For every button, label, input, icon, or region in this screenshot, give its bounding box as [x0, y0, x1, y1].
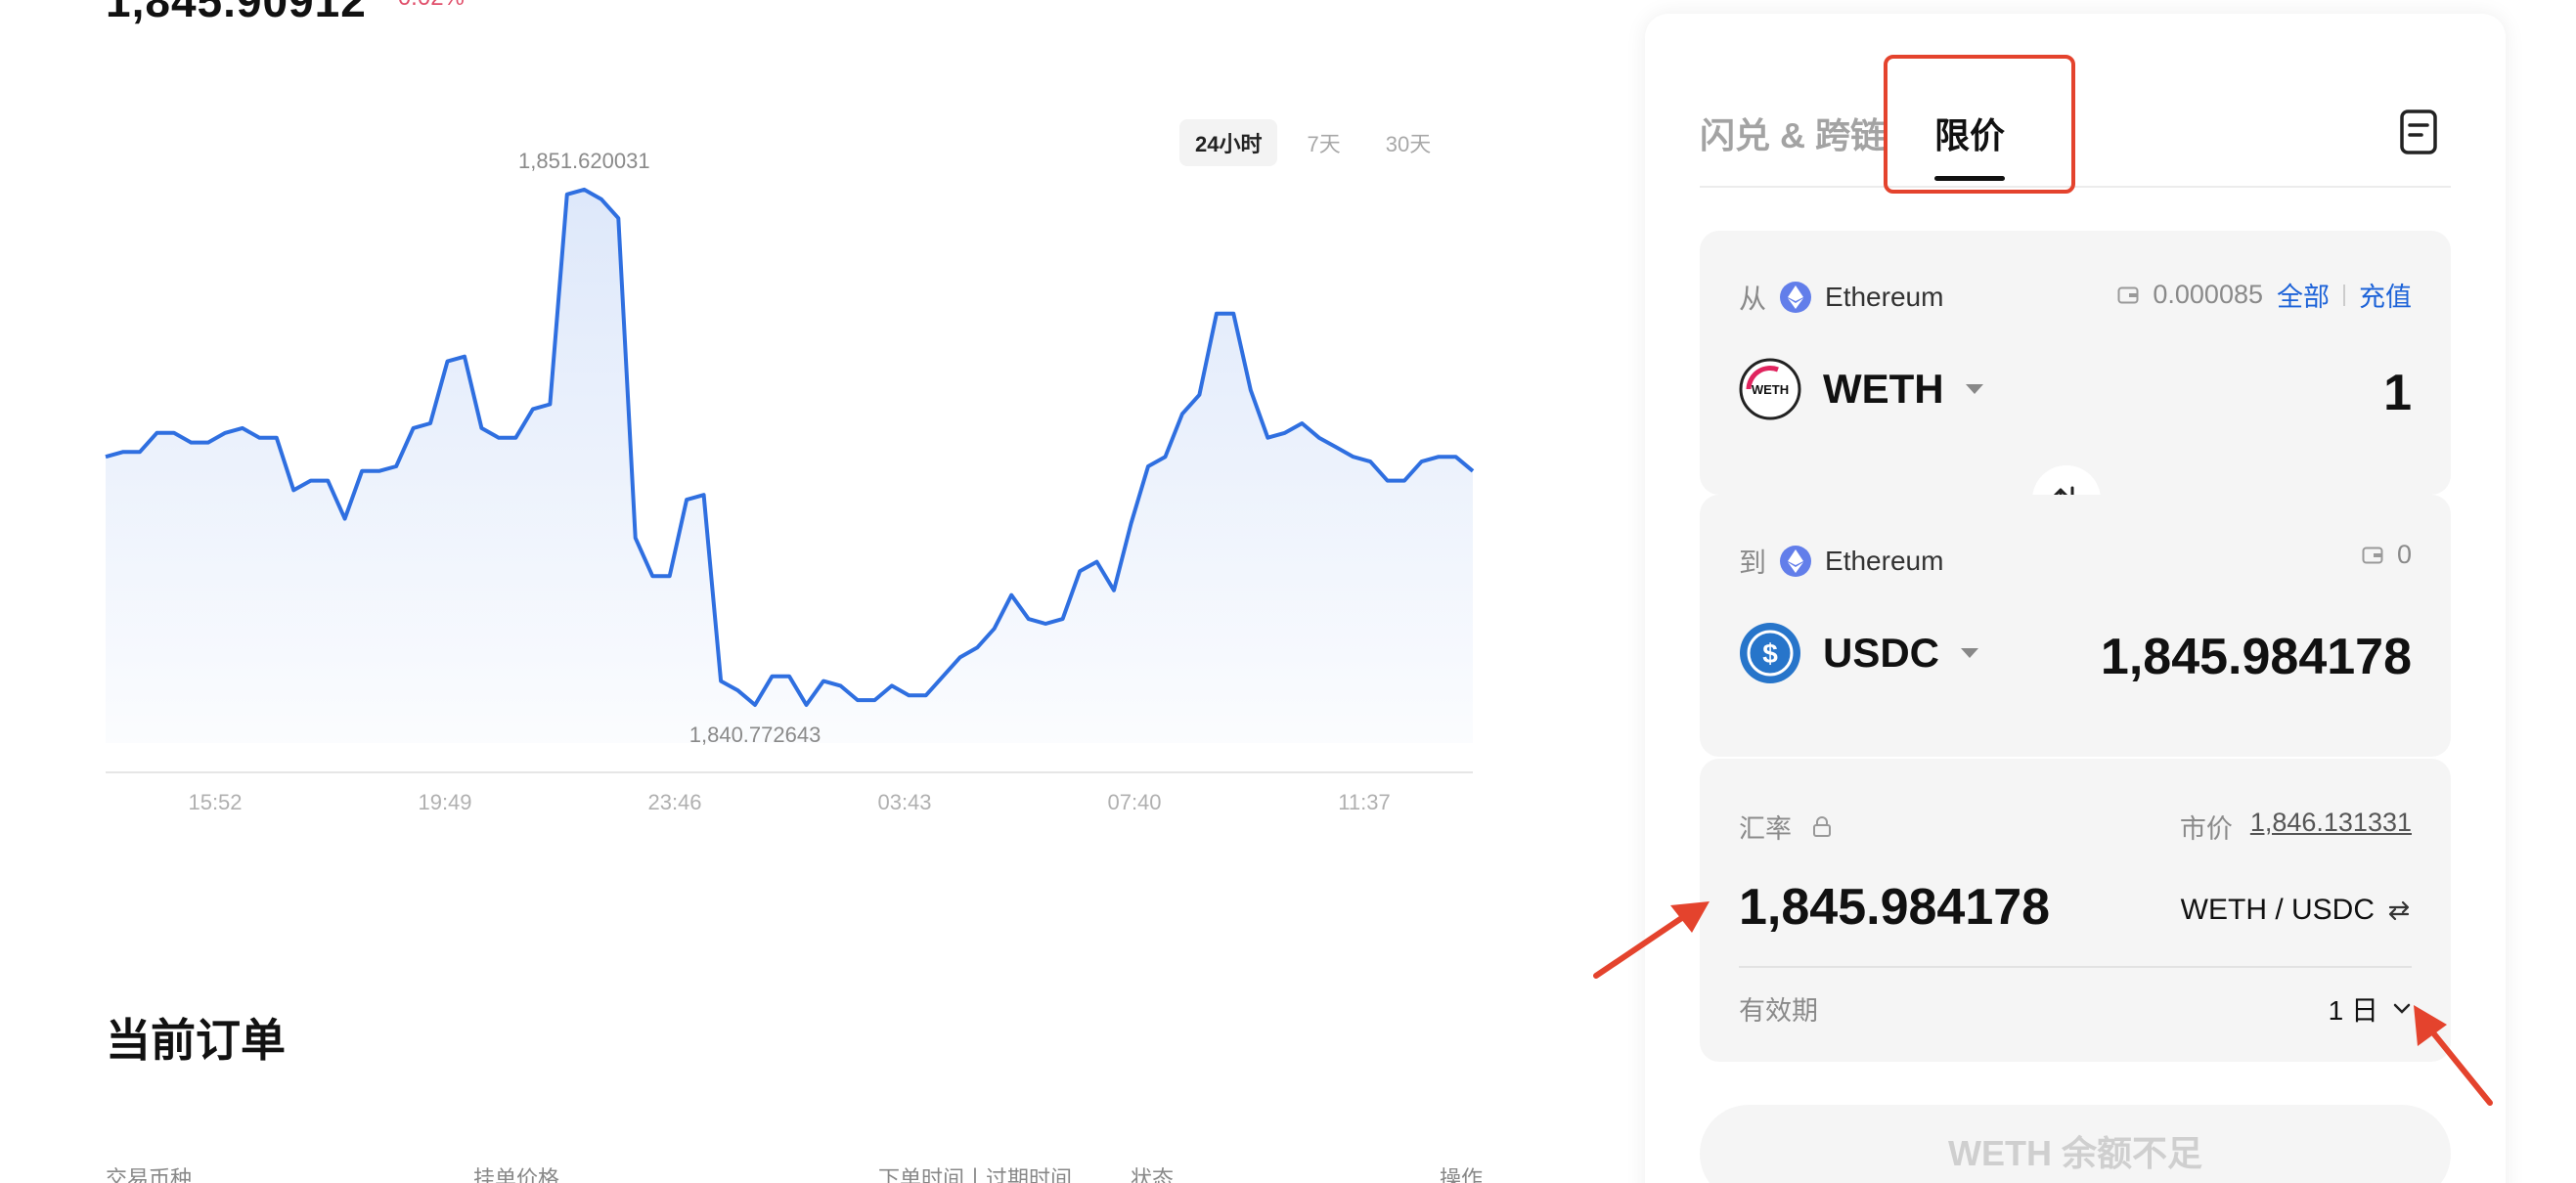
wallet-icon — [2362, 547, 2383, 563]
validity-label: 有效期 — [1739, 996, 1818, 1026]
to-chain-name[interactable]: Ethereum — [1825, 546, 1943, 577]
from-card: 从 Ethereum 0.000085 全部 充值 WETH WETH 1 — [1700, 231, 2451, 495]
x-tick-label: 19:49 — [418, 790, 471, 814]
from-chain-name[interactable]: Ethereum — [1825, 282, 1943, 313]
chevron-down-icon — [1961, 648, 1979, 658]
column-header-pair: 交易币种 — [106, 1166, 193, 1183]
order-history-icon[interactable] — [2398, 108, 2441, 156]
max-price-label: 1,851.620031 — [518, 149, 650, 173]
from-prefix: 从 — [1739, 284, 1767, 314]
to-amount: 1,845.984178 — [2100, 629, 2412, 685]
divider — [2343, 284, 2345, 306]
panel-tabs: 闪兑 & 跨链 限价 — [1700, 82, 2451, 188]
market-price-value[interactable]: 1,846.131331 — [2250, 808, 2412, 846]
to-balance-row: 0 — [2362, 540, 2412, 570]
trade-panel: 闪兑 & 跨链 限价 从 Ethereum 0.000085 全部 充值 WET… — [1645, 14, 2506, 1183]
svg-text:$: $ — [1762, 638, 1778, 669]
ethereum-icon — [1780, 282, 1812, 313]
highlight-box — [1884, 55, 2075, 194]
limit-rate-input[interactable]: 1,845.984178 — [1739, 878, 2050, 937]
to-token-name: USDC — [1823, 630, 1940, 676]
wallet-icon — [2117, 286, 2139, 303]
x-tick-label: 03:43 — [877, 790, 931, 814]
chart-area — [106, 189, 1473, 743]
validity-value: 1 日 — [2328, 995, 2378, 1026]
rate-pair-toggle[interactable]: WETH / USDC — [2181, 894, 2412, 927]
column-header-status: 状态 — [1131, 1166, 1175, 1183]
x-tick-label: 15:52 — [188, 790, 242, 814]
from-token-selector[interactable]: WETH WETH — [1739, 358, 1983, 420]
usdc-token-icon: $ — [1740, 623, 1800, 683]
max-button[interactable]: 全部 — [2277, 276, 2330, 314]
lock-icon[interactable] — [1811, 815, 1833, 839]
rate-label: 汇率 — [1739, 814, 1792, 844]
from-balance: 0.000085 — [2153, 280, 2263, 309]
tab-swap-bridge[interactable]: 闪兑 & 跨链 — [1700, 108, 1886, 158]
chevron-down-icon — [1965, 384, 1983, 394]
annotation-arrow — [1593, 901, 1710, 979]
market-label: 市价 — [2179, 814, 2233, 844]
x-tick-label: 11:37 — [1338, 790, 1390, 814]
x-tick-label: 23:46 — [647, 790, 701, 814]
annotation-arrow — [2414, 1005, 2493, 1106]
divider — [1739, 966, 2412, 968]
column-header-action: 操作 — [1440, 1166, 1484, 1183]
column-header-time: 下单时间丨过期时间 — [878, 1166, 1073, 1183]
orders-title: 当前订单 — [106, 1015, 286, 1066]
to-balance: 0 — [2396, 540, 2412, 569]
from-chain-row: 从 Ethereum — [1739, 278, 1943, 317]
tab-24h[interactable]: 24小时 — [1179, 119, 1278, 166]
orders-table-header: 交易币种 挂单价格 下单时间丨过期时间 状态 操作 — [0, 1161, 1526, 1183]
deposit-button[interactable]: 充值 — [2359, 276, 2412, 314]
ethereum-icon — [1780, 546, 1812, 577]
to-token-selector[interactable]: $ USDC — [1739, 622, 1979, 684]
rate-card: 汇率 市价 1,846.131331 1,845.984178 WETH / U… — [1700, 759, 2451, 1062]
min-price-label: 1,840.772643 — [689, 723, 822, 747]
switch-icon — [2388, 900, 2410, 921]
tab-7d[interactable]: 7天 — [1291, 119, 1355, 166]
range-tabs: 24小时 7天 30天 — [1179, 119, 1446, 166]
tab-30d[interactable]: 30天 — [1370, 119, 1446, 166]
weth-token-icon: WETH — [1739, 358, 1801, 420]
column-header-price: 挂单价格 — [473, 1166, 560, 1183]
market-price-row: 市价 1,846.131331 — [2180, 808, 2412, 846]
page: 1,845.90912 −0.02% 15:5219:4923:4603:430… — [0, 0, 2576, 1183]
rate-label-row: 汇率 — [1739, 808, 1833, 846]
to-card: 到 Ethereum 0 $ USDC 1,845.984178 — [1700, 495, 2451, 757]
submit-button[interactable]: WETH 余额不足 — [1700, 1105, 2451, 1183]
to-prefix: 到 — [1739, 548, 1767, 578]
rate-pair: WETH / USDC — [2180, 894, 2375, 926]
x-tick-label: 07:40 — [1107, 790, 1161, 814]
svg-text:WETH: WETH — [1752, 382, 1789, 397]
from-token-name: WETH — [1823, 366, 1944, 412]
from-amount-input[interactable]: 1 — [2383, 364, 2412, 422]
to-chain-row: 到 Ethereum — [1739, 542, 1943, 581]
from-balance-row: 0.000085 全部 充值 — [2117, 276, 2412, 314]
